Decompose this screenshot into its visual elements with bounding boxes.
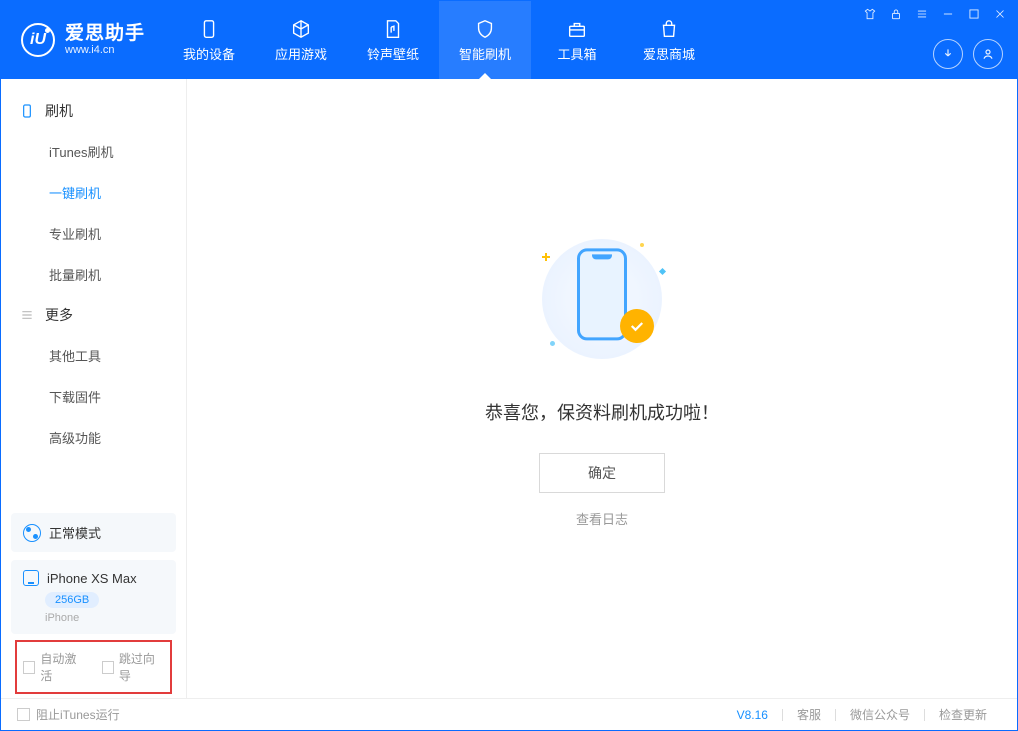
checkbox-icon <box>17 708 30 721</box>
sidebar-item-advanced[interactable]: 高级功能 <box>1 417 186 458</box>
success-illustration <box>532 229 672 369</box>
tab-label: 我的设备 <box>183 44 235 63</box>
body: 刷机 iTunes刷机 一键刷机 专业刷机 批量刷机 更多 其他工具 下载固件 … <box>1 79 1017 698</box>
tab-ringtone-wallpaper[interactable]: 铃声壁纸 <box>347 1 439 79</box>
check-icon <box>620 309 654 343</box>
footer: 阻止iTunes运行 V8.16 客服 微信公众号 检查更新 <box>1 698 1017 730</box>
sidebar-item-pro-flash[interactable]: 专业刷机 <box>1 213 186 254</box>
header: iU 爱思助手 www.i4.cn 我的设备 应用游戏 铃声壁纸 智能刷机 <box>1 1 1017 79</box>
window-controls <box>863 7 1007 21</box>
tab-label: 工具箱 <box>558 44 597 63</box>
device-storage-badge: 256GB <box>45 592 99 608</box>
sidebar-item-download-firmware[interactable]: 下载固件 <box>1 376 186 417</box>
mode-icon <box>23 524 41 542</box>
device-name: iPhone XS Max <box>47 571 137 586</box>
tab-label: 应用游戏 <box>275 44 327 63</box>
footer-link-update[interactable]: 检查更新 <box>925 706 1001 723</box>
sidebar-scroll: 刷机 iTunes刷机 一键刷机 专业刷机 批量刷机 更多 其他工具 下载固件 … <box>1 79 186 503</box>
sidebar-group-flash: 刷机 <box>1 91 186 131</box>
logo-icon: iU <box>21 23 55 57</box>
device-type: iPhone <box>45 612 164 624</box>
bag-icon <box>656 18 682 40</box>
checkbox-block-itunes[interactable]: 阻止iTunes运行 <box>17 706 120 723</box>
group-label: 更多 <box>45 305 73 325</box>
nav-tabs: 我的设备 应用游戏 铃声壁纸 智能刷机 工具箱 爱思商城 <box>163 1 715 79</box>
footer-link-support[interactable]: 客服 <box>783 706 835 723</box>
sidebar-item-batch-flash[interactable]: 批量刷机 <box>1 254 186 295</box>
device-small-icon <box>23 570 39 586</box>
logo-text: 爱思助手 www.i4.cn <box>65 24 145 57</box>
shield-icon <box>472 18 498 40</box>
user-button[interactable] <box>973 39 1003 69</box>
tab-apps-games[interactable]: 应用游戏 <box>255 1 347 79</box>
sidebar: 刷机 iTunes刷机 一键刷机 专业刷机 批量刷机 更多 其他工具 下载固件 … <box>1 79 187 698</box>
app-window: iU 爱思助手 www.i4.cn 我的设备 应用游戏 铃声壁纸 智能刷机 <box>0 0 1018 731</box>
checkbox-auto-activate[interactable]: 自动激活 <box>23 650 86 684</box>
minimize-icon[interactable] <box>941 7 955 21</box>
sidebar-bottom: 正常模式 iPhone XS Max 256GB iPhone 自动激活 <box>1 503 186 698</box>
tab-store[interactable]: 爱思商城 <box>623 1 715 79</box>
confirm-button[interactable]: 确定 <box>539 453 665 493</box>
status-card[interactable]: 正常模式 <box>11 513 176 552</box>
download-button[interactable] <box>933 39 963 69</box>
checkbox-label: 阻止iTunes运行 <box>36 706 120 723</box>
lock-icon[interactable] <box>889 7 903 21</box>
group-label: 刷机 <box>45 101 73 121</box>
footer-link-wechat[interactable]: 微信公众号 <box>836 706 924 723</box>
phone-icon <box>19 103 35 119</box>
footer-right: V8.16 客服 微信公众号 检查更新 <box>723 706 1001 723</box>
success-message: 恭喜您，保资料刷机成功啦！ <box>485 399 719 425</box>
checkbox-icon <box>102 661 114 674</box>
main-content: 恭喜您，保资料刷机成功啦！ 确定 查看日志 <box>187 79 1017 698</box>
checkbox-icon <box>23 661 35 674</box>
shirt-icon[interactable] <box>863 7 877 21</box>
version-label: V8.16 <box>723 708 782 722</box>
close-icon[interactable] <box>993 7 1007 21</box>
checkbox-skip-guide[interactable]: 跳过向导 <box>102 650 165 684</box>
view-log-link[interactable]: 查看日志 <box>576 509 628 528</box>
checkbox-label: 自动激活 <box>40 650 85 684</box>
music-file-icon <box>380 18 406 40</box>
tab-label: 铃声壁纸 <box>367 44 419 63</box>
checkbox-highlight-box: 自动激活 跳过向导 <box>15 640 172 694</box>
toolbox-icon <box>564 18 590 40</box>
maximize-icon[interactable] <box>967 7 981 21</box>
list-icon <box>19 307 35 323</box>
tab-my-device[interactable]: 我的设备 <box>163 1 255 79</box>
checkbox-label: 跳过向导 <box>119 650 164 684</box>
sidebar-item-other-tools[interactable]: 其他工具 <box>1 335 186 376</box>
sidebar-item-oneclick-flash[interactable]: 一键刷机 <box>1 172 186 213</box>
tab-toolbox[interactable]: 工具箱 <box>531 1 623 79</box>
device-icon <box>196 18 222 40</box>
tab-label: 爱思商城 <box>643 44 695 63</box>
app-subtitle: www.i4.cn <box>65 44 145 56</box>
menu-icon[interactable] <box>915 7 929 21</box>
sidebar-item-itunes-flash[interactable]: iTunes刷机 <box>1 131 186 172</box>
mode-text: 正常模式 <box>49 523 101 542</box>
sidebar-group-more: 更多 <box>1 295 186 335</box>
tab-label: 智能刷机 <box>459 44 511 63</box>
cube-icon <box>288 18 314 40</box>
device-card[interactable]: iPhone XS Max 256GB iPhone <box>11 560 176 634</box>
tab-smart-flash[interactable]: 智能刷机 <box>439 1 531 79</box>
header-round-buttons <box>933 39 1003 69</box>
logo-area: iU 爱思助手 www.i4.cn <box>1 1 163 79</box>
app-title: 爱思助手 <box>65 24 145 45</box>
